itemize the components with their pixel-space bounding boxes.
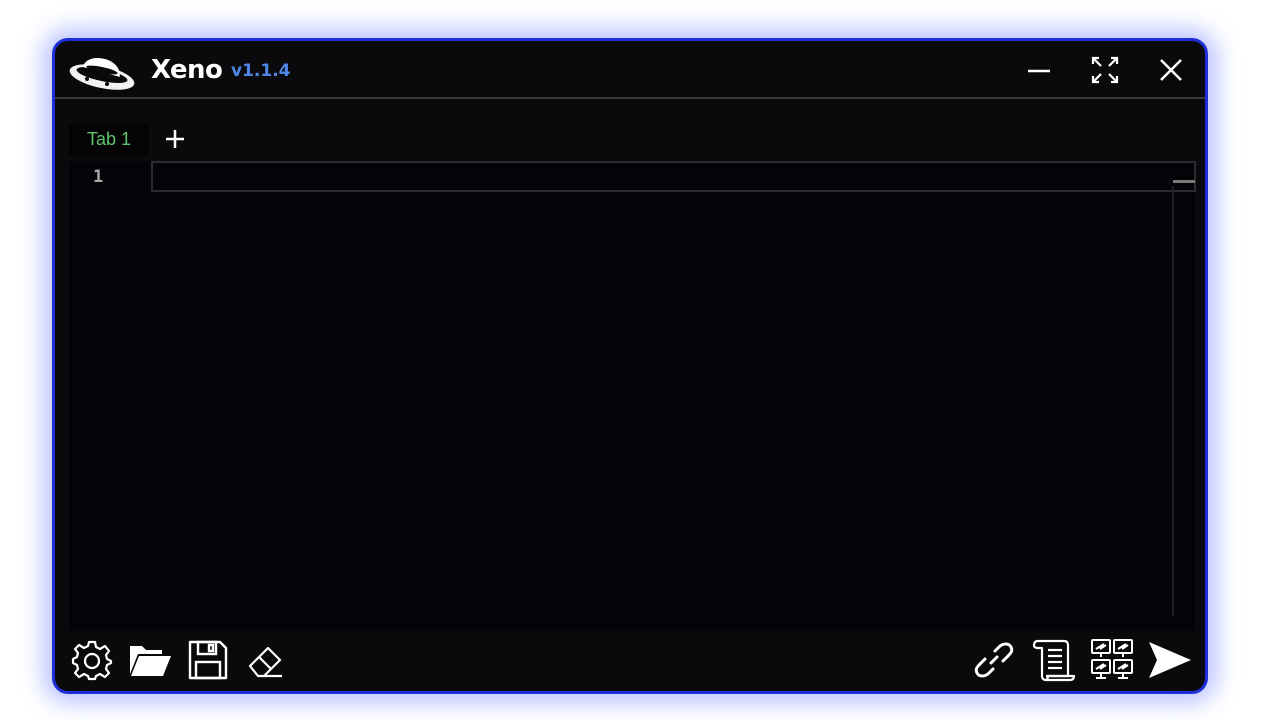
close-button[interactable] bbox=[1153, 53, 1189, 87]
line-number: 1 bbox=[93, 167, 104, 187]
editor-scrollbar[interactable] bbox=[1172, 186, 1174, 616]
title-bar[interactable]: Xeno v1.1.4 bbox=[55, 41, 1205, 99]
scripts-button[interactable] bbox=[1031, 637, 1077, 683]
execute-icon bbox=[1147, 640, 1193, 680]
bottom-toolbar bbox=[55, 631, 1205, 691]
add-tab-button[interactable] bbox=[161, 125, 189, 153]
script-icon bbox=[1032, 638, 1076, 682]
open-folder-icon bbox=[128, 640, 172, 680]
current-line-highlight[interactable] bbox=[151, 161, 1196, 192]
minimize-button[interactable] bbox=[1021, 53, 1057, 87]
expand-icon bbox=[1090, 55, 1120, 85]
link-icon bbox=[973, 639, 1015, 681]
attach-button[interactable] bbox=[971, 637, 1017, 683]
execute-button[interactable] bbox=[1147, 637, 1193, 683]
line-number-gutter: 1 bbox=[69, 161, 149, 631]
plus-icon bbox=[164, 128, 186, 150]
save-button[interactable] bbox=[185, 637, 231, 683]
eraser-icon bbox=[246, 640, 286, 680]
save-icon bbox=[187, 639, 229, 681]
maximize-button[interactable] bbox=[1087, 53, 1123, 87]
clear-button[interactable] bbox=[243, 637, 289, 683]
settings-icon bbox=[71, 639, 113, 681]
minimap-marker bbox=[1173, 180, 1195, 183]
ufo-icon bbox=[67, 49, 137, 93]
multi-client-icon bbox=[1090, 638, 1134, 682]
close-icon bbox=[1158, 57, 1184, 83]
open-button[interactable] bbox=[127, 637, 173, 683]
settings-button[interactable] bbox=[69, 637, 115, 683]
app-window: Xeno v1.1.4 Tab 1 1 bbox=[52, 38, 1208, 694]
app-name: Xeno bbox=[151, 55, 223, 85]
app-version: v1.1.4 bbox=[231, 61, 291, 81]
minimize-icon bbox=[1026, 57, 1052, 83]
tab-1[interactable]: Tab 1 bbox=[69, 123, 149, 155]
clients-button[interactable] bbox=[1089, 637, 1135, 683]
code-editor[interactable]: 1 bbox=[69, 161, 1196, 631]
